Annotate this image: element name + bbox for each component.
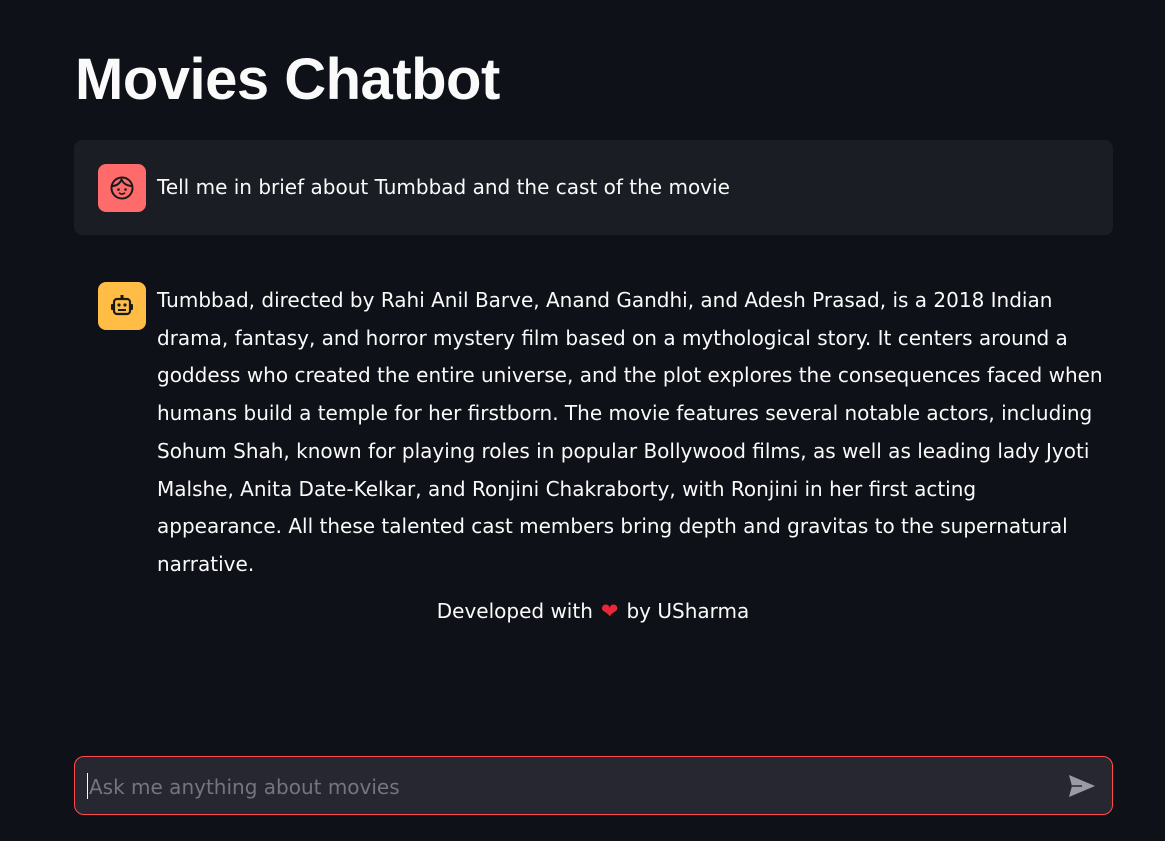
app-page: Movies Chatbot Tell me in brief about Tu…	[0, 0, 1165, 841]
chat-input-box[interactable]	[74, 756, 1113, 816]
page-title: Movies Chatbot	[75, 47, 500, 112]
assistant-message-text: Tumbbad, directed by Rahi Anil Barve, An…	[157, 288, 1103, 576]
chat-input-field[interactable]	[87, 757, 1051, 816]
face-icon	[110, 176, 134, 200]
assistant-avatar	[98, 282, 146, 330]
footer-credit: Developed with ❤ by USharma	[0, 594, 1165, 628]
footer-prefix: Developed with	[436, 599, 593, 623]
text-caret	[87, 773, 88, 799]
robot-icon	[111, 295, 133, 316]
user-avatar	[98, 164, 146, 212]
user-message-text: Tell me in brief about Tumbbad and the c…	[157, 175, 730, 199]
user-message: Tell me in brief about Tumbbad and the c…	[74, 140, 1113, 235]
footer-suffix: by USharma	[626, 599, 750, 623]
assistant-message: Tumbbad, directed by Rahi Anil Barve, An…	[74, 260, 1113, 576]
heart-icon: ❤	[600, 599, 619, 623]
send-icon	[1069, 775, 1095, 797]
send-button[interactable]	[1066, 770, 1098, 802]
